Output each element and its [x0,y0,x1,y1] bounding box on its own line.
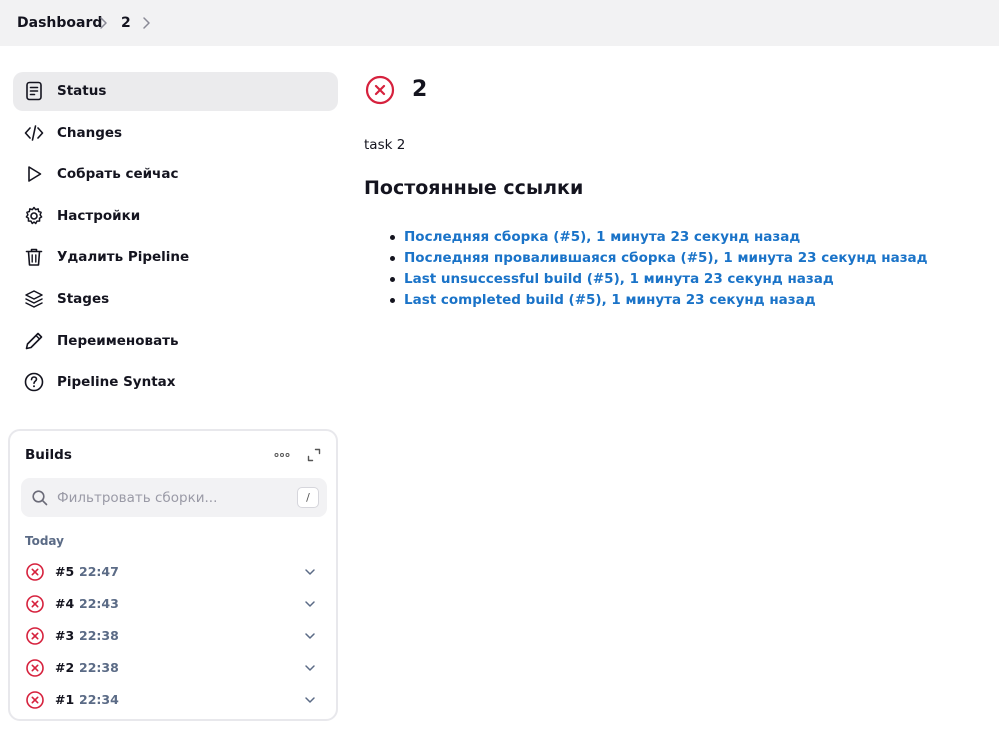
build-number[interactable]: #5 [55,564,74,580]
builds-title: Builds [25,447,72,463]
expand-icon[interactable] [304,445,324,465]
build-row-5[interactable]: #5 22:47 [21,558,327,586]
failed-status-icon [25,562,45,582]
sidebar-item-rename[interactable]: Переименовать [13,322,338,361]
chevron-right-icon [99,16,108,30]
failed-status-icon [25,658,45,678]
sidebar-item-label: Stages [57,291,110,307]
build-time: 22:38 [79,628,119,643]
chevron-down-icon[interactable] [303,597,317,611]
document-icon [23,80,45,102]
build-time: 22:38 [79,660,119,675]
failed-status-icon [365,75,395,105]
permalink-last-failed-build[interactable]: Последняя провалившаяся сборка (#5), 1 м… [404,250,928,266]
builds-group-label: Today [25,534,64,548]
sidebar-item-label: Переименовать [57,333,179,349]
gear-icon [23,205,45,227]
search-icon [31,489,49,507]
build-number[interactable]: #4 [55,596,74,612]
build-time: 22:47 [79,564,119,579]
list-item: Последняя провалившаяся сборка (#5), 1 м… [389,249,928,270]
list-item: Последняя сборка (#5), 1 минута 23 секун… [389,228,928,249]
build-row-1[interactable]: #1 22:34 [21,686,327,714]
sidebar-item-delete-pipeline[interactable]: Удалить Pipeline [13,238,338,277]
chevron-down-icon[interactable] [303,661,317,675]
help-circle-icon [23,371,45,393]
permalink-last-unsuccessful-build[interactable]: Last unsuccessful build (#5), 1 минута 2… [404,271,834,287]
sidebar-item-changes[interactable]: Changes [13,114,338,153]
chevron-down-icon[interactable] [303,565,317,579]
build-row-4[interactable]: #4 22:43 [21,590,327,618]
code-icon [23,122,45,144]
sidebar-item-label: Настройки [57,208,141,224]
build-time: 22:34 [79,692,119,707]
trash-icon [23,246,45,268]
pencil-icon [23,330,45,352]
sidebar-item-build-now[interactable]: Собрать сейчас [13,155,338,194]
chevron-right-icon[interactable] [142,16,151,30]
builds-search-input[interactable] [57,486,287,509]
list-item: Last completed build (#5), 1 минута 23 с… [389,291,928,312]
builds-panel: Builds / Today #5 22:47 #4 22:43 [8,429,338,721]
build-time: 22:43 [79,596,119,611]
permalinks-title: Постоянные ссылки [364,177,584,199]
failed-status-icon [25,594,45,614]
sidebar-item-label: Удалить Pipeline [57,249,190,265]
build-row-3[interactable]: #3 22:38 [21,622,327,650]
sidebar-item-label: Changes [57,125,123,141]
layers-icon [23,288,45,310]
failed-status-icon [25,690,45,710]
chevron-down-icon[interactable] [303,693,317,707]
list-item: Last unsuccessful build (#5), 1 минута 2… [389,270,928,291]
play-icon [23,163,45,185]
sidebar-item-pipeline-syntax[interactable]: Pipeline Syntax [13,363,338,402]
sidebar-item-settings[interactable]: Настройки [13,197,338,236]
permalinks-list: Последняя сборка (#5), 1 минута 23 секун… [389,228,928,312]
build-number[interactable]: #1 [55,692,74,708]
more-options-icon[interactable] [272,445,292,465]
builds-search: / [21,478,327,517]
failed-status-icon [25,626,45,646]
search-shortcut-key: / [297,487,319,508]
breadcrumb-job[interactable]: 2 [121,14,131,32]
permalink-last-build[interactable]: Последняя сборка (#5), 1 минута 23 секун… [404,229,800,245]
breadcrumb: Dashboard 2 [0,0,999,46]
chevron-down-icon[interactable] [303,629,317,643]
sidebar-item-stages[interactable]: Stages [13,280,338,319]
job-description: task 2 [364,137,406,153]
sidebar-item-label: Status [57,83,107,99]
sidebar-item-status[interactable]: Status [13,72,338,111]
build-row-2[interactable]: #2 22:38 [21,654,327,682]
sidebar-item-label: Pipeline Syntax [57,374,176,390]
permalink-last-completed-build[interactable]: Last completed build (#5), 1 минута 23 с… [404,292,816,308]
build-number[interactable]: #3 [55,628,74,644]
sidebar-item-label: Собрать сейчас [57,166,179,182]
build-number[interactable]: #2 [55,660,74,676]
breadcrumb-dashboard[interactable]: Dashboard [17,14,102,32]
page-title: 2 [412,77,428,102]
